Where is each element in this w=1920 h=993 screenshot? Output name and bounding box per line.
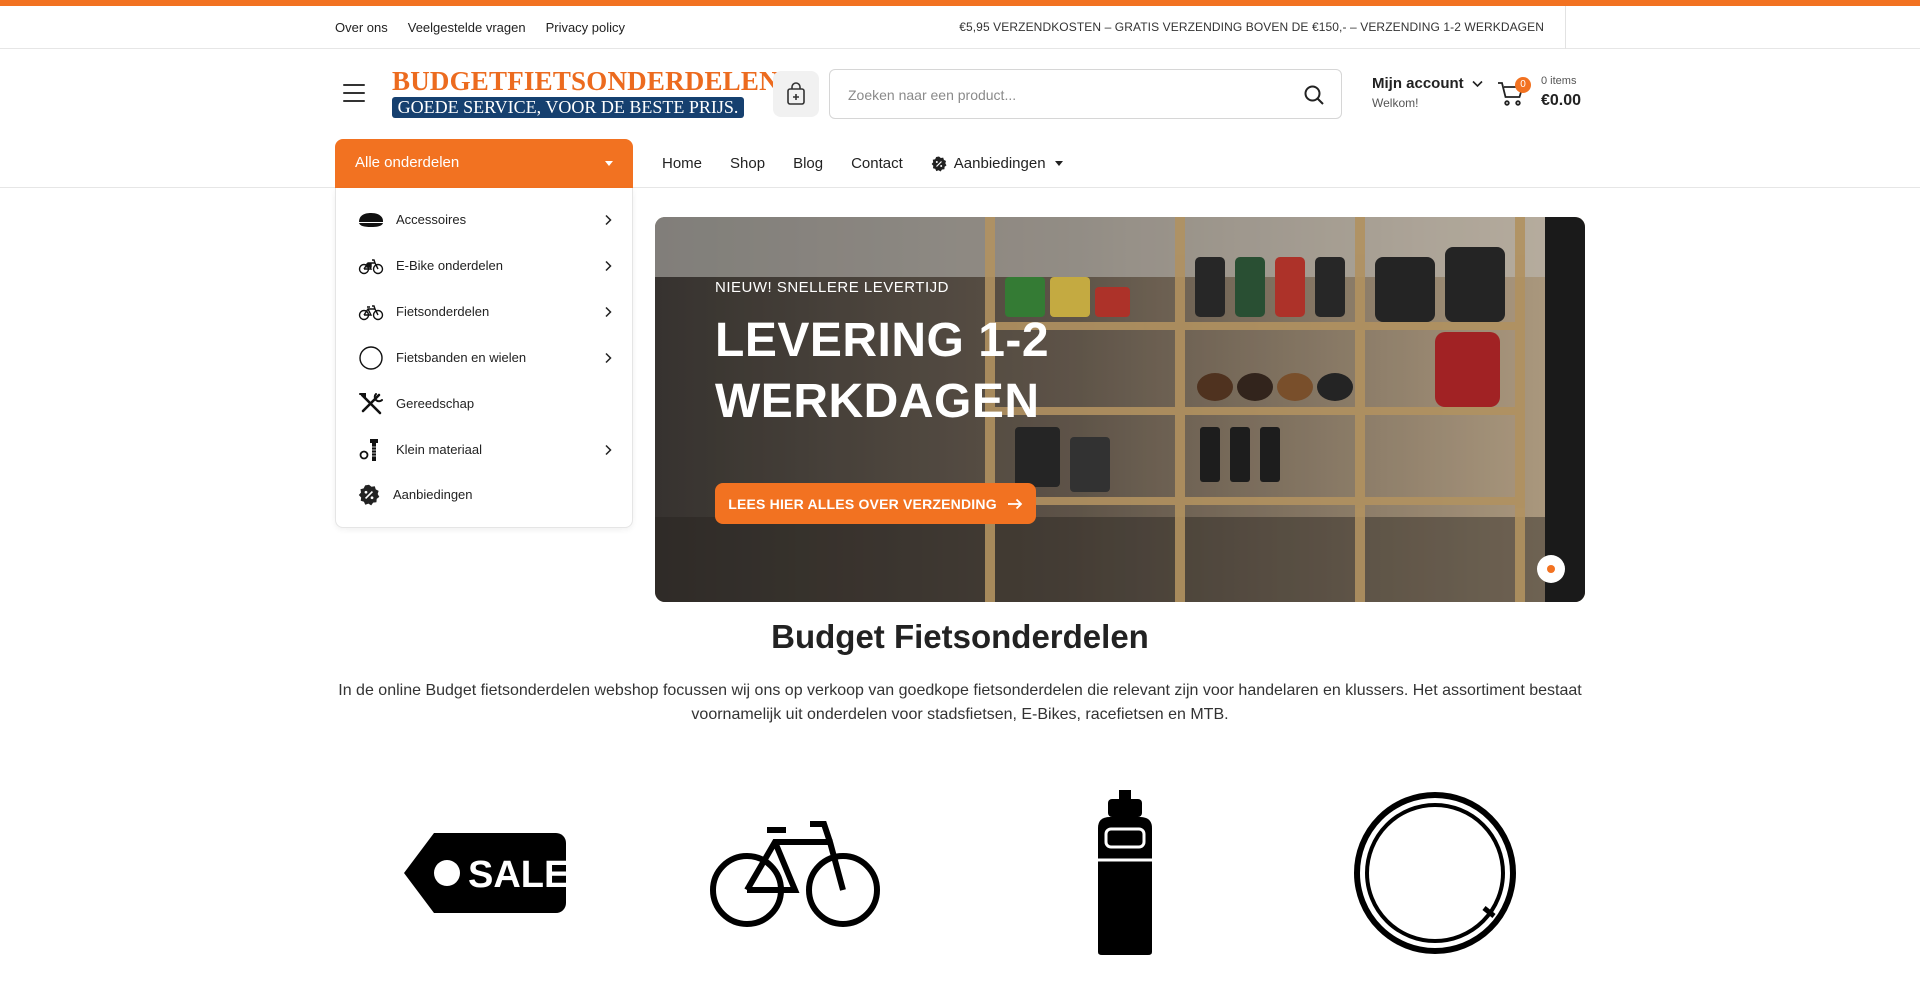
shopping-bag-button[interactable] [773,71,819,117]
account-menu[interactable]: Mijn account Welkom! [1372,75,1483,110]
site-logo[interactable]: BUDGETFIETSONDERDELEN GOEDE SERVICE, VOO… [392,66,779,118]
all-parts-dropdown[interactable]: Alle onderdelen [335,139,633,188]
cart-button[interactable]: 0 0 items €0.00 [1497,74,1587,114]
nav-home[interactable]: Home [662,155,702,172]
helmet-icon [359,213,383,227]
category-label: Gereedschap [396,396,475,411]
logo-tagline: GOEDE SERVICE, VOOR DE BESTE PRIJS. [392,97,744,118]
category-menu: Accessoires E-Bike onderdelen Fietsonder… [335,188,633,528]
nav-contact[interactable]: Contact [851,155,903,172]
tile-bicycle[interactable] [710,790,880,955]
category-label: Fietsonderdelen [396,304,490,319]
cart-total: €0.00 [1541,92,1582,109]
hero-title-line-2: WERKDAGEN [715,375,1040,428]
utility-bar: Over ons Veelgestelde vragen Privacy pol… [0,6,1920,49]
tile-sale[interactable]: SALE [400,790,570,955]
category-label: Klein materiaal [396,442,482,457]
tile-water-bottle[interactable] [1040,790,1210,955]
arrow-right-icon [1007,498,1023,509]
category-label: Fietsbanden en wielen [396,350,527,365]
chevron-right-icon [605,444,612,456]
hero-cta-button[interactable]: LEES HIER ALLES OVER VERZENDING [715,483,1036,524]
main-nav: Home Shop Blog Contact Aanbiedingen [662,139,1063,188]
nav-shop[interactable]: Shop [730,155,765,172]
category-label: Aanbiedingen [393,487,473,502]
link-over-ons[interactable]: Over ons [335,20,388,35]
link-veelgestelde-vragen[interactable]: Veelgestelde vragen [408,20,526,35]
hero-eyebrow: NIEUW! SNELLERE LEVERTIJD [715,279,949,296]
bicycle-icon [710,821,880,927]
category-gereedschap[interactable]: Gereedschap [336,381,634,427]
category-label: Accessoires [396,212,467,227]
search-box [829,69,1342,119]
chevron-right-icon [605,214,612,226]
nav-aanbiedingen-label: Aanbiedingen [953,155,1046,172]
category-label: E-Bike onderdelen [396,258,503,273]
all-parts-label: Alle onderdelen [355,154,460,171]
category-klein-materiaal[interactable]: Klein materiaal [336,427,634,473]
sale-tag-icon: SALE [404,833,569,913]
logo-wordmark: BUDGETFIETSONDERDELEN [392,66,779,96]
tire-icon [1354,792,1516,954]
nav-aanbiedingen[interactable]: Aanbiedingen [931,155,1063,172]
account-welcome: Welkom! [1372,96,1419,110]
shopping-bag-icon [787,82,805,105]
category-aanbiedingen[interactable]: Aanbiedingen [336,472,634,518]
water-bottle-icon [1098,790,1152,955]
cart-count-badge: 0 [1515,77,1531,93]
intro-text: In de online Budget fietsonderdelen webs… [338,682,1582,723]
menu-hamburger-icon[interactable] [343,84,365,102]
nav-blog[interactable]: Blog [793,155,823,172]
hero-cta-label: LEES HIER ALLES OVER VERZENDING [728,495,997,512]
category-fietsbanden-en-wielen[interactable]: Fietsbanden en wielen [336,335,634,381]
utility-links: Over ons Veelgestelde vragen Privacy pol… [335,6,625,49]
search-icon[interactable] [1303,84,1325,106]
bicycle-icon [358,305,384,321]
tire-icon [359,346,383,370]
ebike-icon [358,259,384,275]
chevron-down-icon [1472,80,1483,87]
search-input[interactable] [848,83,1288,107]
bolt-icon [359,439,378,461]
slider-dot-active[interactable] [1537,555,1565,583]
caret-down-icon [605,161,613,166]
chevron-right-icon [605,306,612,318]
divider [1565,6,1566,49]
hero-title-line-1: LEVERING 1-2 [715,314,1050,367]
caret-down-icon [1054,161,1063,166]
sale-tag-text: SALE [468,854,569,896]
discount-badge-icon [931,156,947,171]
link-privacy-policy[interactable]: Privacy policy [546,20,625,35]
category-accessoires[interactable]: Accessoires [336,197,634,243]
shipping-notice: €5,95 VERZENDKOSTEN – GRATIS VERZENDING … [959,20,1544,34]
hero-title: LEVERING 1-2 WERKDAGEN [715,310,1135,432]
category-e-bike-onderdelen[interactable]: E-Bike onderdelen [336,243,634,289]
chevron-right-icon [605,352,612,364]
discount-badge-icon [358,484,380,506]
hero-slider: NIEUW! SNELLERE LEVERTIJD LEVERING 1-2 W… [655,217,1585,602]
category-fietsonderdelen[interactable]: Fietsonderdelen [336,289,634,335]
tile-tire[interactable] [1350,790,1520,955]
tools-icon [359,393,383,415]
chevron-right-icon [605,260,612,272]
account-title: Mijn account [1372,75,1464,92]
intro-title: Budget Fietsonderdelen [771,618,1149,655]
cart-items-count: 0 items [1541,75,1577,87]
